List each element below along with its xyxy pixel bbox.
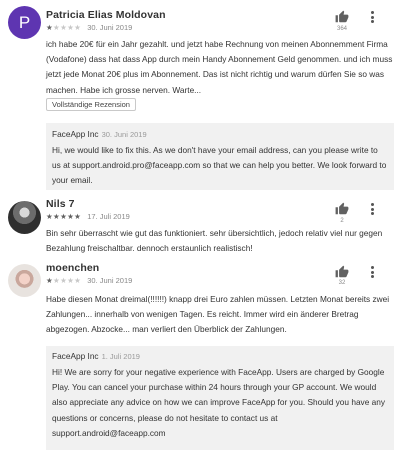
developer-reply: FaceApp Inc 30. Juni 2019 Hi, we would li… [46, 123, 394, 190]
developer-reply: FaceApp Inc 1. Juli 2019 Hi! We are sorry… [46, 346, 394, 450]
star-icon: ★ [46, 212, 54, 221]
rating-date-row: ★★★★★ 17. Juli 2019 [46, 212, 130, 221]
review-date: 30. Juni 2019 [87, 23, 133, 32]
star-icon: ★ [53, 212, 61, 221]
helpful-count: 32 [338, 280, 346, 286]
developer-name: FaceApp Inc [52, 351, 99, 361]
full-review-button[interactable]: Vollständige Rezension [46, 98, 136, 111]
developer-reply-header: FaceApp Inc 1. Juli 2019 [52, 351, 140, 361]
review-card: Nils 7 ★★★★★ 17. Juli 2019 2 Bin sehr üb… [0, 195, 409, 257]
reviewer-name: Nils 7 [46, 198, 75, 210]
helpful-count: 2 [340, 218, 344, 224]
thumbs-up-icon[interactable] [335, 265, 349, 279]
rating-date-row: ★★★★★ 30. Juni 2019 [46, 23, 132, 32]
rating-date-row: ★★★★★ 30. Juni 2019 [46, 276, 132, 285]
star-rating: ★★★★★ [46, 212, 81, 221]
review-text: Bin sehr überrascht wie gut das funktion… [46, 228, 383, 254]
helpful-count: 364 [336, 26, 347, 32]
developer-reply-text: Hi, we would like to fix this. As we don… [52, 145, 387, 186]
star-icon: ★ [46, 276, 54, 285]
developer-reply-header: FaceApp Inc 30. Juni 2019 [52, 129, 147, 139]
star-icon: ★ [53, 23, 61, 32]
star-icon: ★ [74, 212, 82, 221]
review-card: P Patricia Elias Moldovan ★★★★★ 30. Juni… [0, 0, 409, 200]
more-vert-icon[interactable] [367, 10, 377, 24]
star-rating: ★★★★★ [46, 23, 81, 32]
avatar: P [8, 6, 41, 39]
review-text: Habe diesen Monat dreimal(!!!!!!) knapp … [46, 294, 390, 335]
star-icon: ★ [46, 23, 54, 32]
avatar [8, 201, 41, 234]
more-vert-icon[interactable] [367, 265, 377, 279]
reviewer-name: Patricia Elias Moldovan [46, 9, 166, 21]
more-vert-icon[interactable] [367, 202, 377, 216]
star-rating: ★★★★★ [46, 276, 81, 285]
reply-date: 1. Juli 2019 [101, 352, 140, 361]
star-icon: ★ [74, 276, 82, 285]
thumbs-up-icon[interactable] [335, 10, 349, 24]
review-date: 17. Juli 2019 [87, 212, 130, 221]
review-text: ich habe 20€ für ein Jahr gezahlt. und j… [46, 39, 393, 95]
star-icon: ★ [74, 23, 82, 32]
developer-name: FaceApp Inc [52, 129, 99, 139]
review-card: moenchen ★★★★★ 30. Juni 2019 32 Habe die… [0, 258, 409, 450]
thumbs-up-icon[interactable] [335, 202, 349, 216]
reply-date: 30. Juni 2019 [101, 130, 147, 139]
reviewer-name: moenchen [46, 262, 100, 274]
review-date: 30. Juni 2019 [87, 276, 133, 285]
star-icon: ★ [53, 276, 61, 285]
developer-reply-text: Hi! We are sorry for your negative exper… [52, 367, 385, 438]
avatar [8, 264, 41, 297]
